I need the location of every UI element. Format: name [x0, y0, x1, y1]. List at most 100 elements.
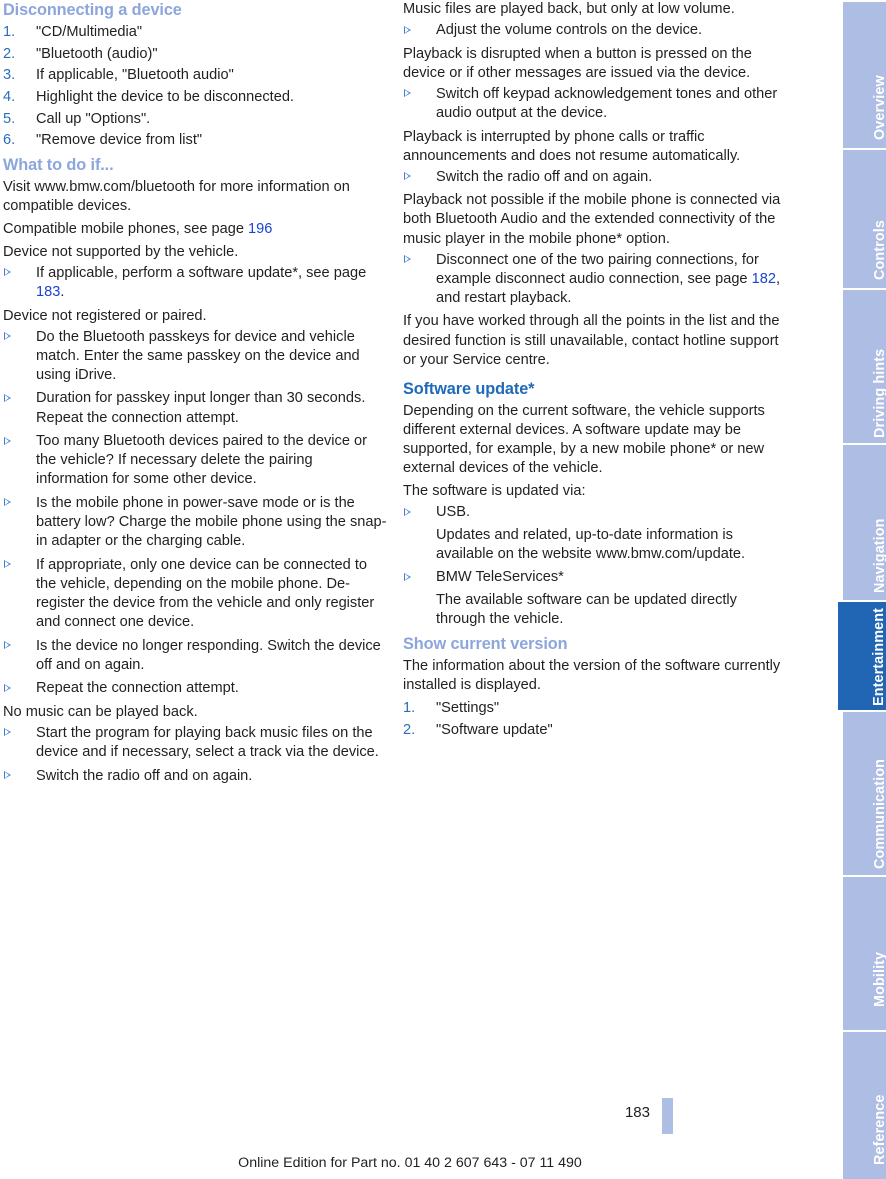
bullet-text: Adjust the volume controls on the device… — [436, 22, 703, 39]
tab-label: Overview — [872, 75, 886, 140]
heading-what-to-do-if: What to do if... — [3, 155, 114, 174]
bullets-device-not-registered: Do the Bluetooth passkeys for device and… — [3, 328, 388, 699]
list-item: Switch the radio off and on again. — [403, 168, 788, 187]
tab-label: Mobility — [872, 951, 886, 1007]
page-reference-link[interactable]: 196 — [248, 221, 272, 237]
bullet-text: Start the program for playing back music… — [36, 724, 379, 761]
paragraph-show-version-info: The information about the version of the… — [403, 657, 781, 693]
list-item: If appropriate, only one device can be c… — [3, 556, 388, 632]
triangle-bullet-icon — [4, 436, 11, 445]
list-item: "Bluetooth (audio)" — [3, 45, 388, 64]
bullets-playback-interrupted: Switch the radio off and on again. — [403, 168, 788, 187]
list-item: Switch off keypad acknowledgement tones … — [403, 85, 788, 123]
edition-footer-line: Online Edition for Part no. 01 40 2 607 … — [238, 1155, 582, 1171]
list-item: Do the Bluetooth passkeys for device and… — [3, 328, 388, 385]
paragraph-hotline-support: If you have worked through all the point… — [403, 313, 780, 368]
tab-mobility[interactable]: Mobility — [843, 875, 886, 1030]
list-item: "Software update" — [403, 721, 788, 740]
version-steps-list: "Settings" "Software update" — [403, 699, 788, 740]
bullet-subtext: The available software can be updated di… — [436, 592, 737, 628]
condition-playback-disrupted: Playback is disrupted when a button is p… — [403, 45, 752, 81]
bullet-text: Is the device no longer responding. Swit… — [36, 637, 381, 673]
list-item: Switch the radio off and on again. — [3, 767, 388, 786]
manual-page: Disconnecting a device "CD/Multimedia" "… — [0, 0, 886, 1179]
triangle-bullet-icon — [4, 498, 11, 507]
step-text: "Software update" — [436, 721, 553, 738]
tab-label: Controls — [872, 220, 886, 280]
triangle-bullet-icon — [4, 393, 11, 402]
tab-driving-hints[interactable]: Driving hints — [843, 288, 886, 443]
triangle-bullet-icon — [4, 683, 11, 692]
list-item: Duration for passkey input longer than 3… — [3, 389, 388, 427]
list-item: Is the mobile phone in power-save mode o… — [3, 494, 388, 551]
step-text: "CD/Multimedia" — [36, 24, 143, 40]
disconnect-steps-list: "CD/Multimedia" "Bluetooth (audio)" If a… — [3, 23, 388, 151]
bullet-text: Disconnect one of the two pairing connec… — [436, 251, 759, 287]
triangle-bullet-icon — [404, 172, 411, 181]
bullet-text: Repeat the connection attempt. — [36, 680, 239, 697]
section-tab-rail: Overview Controls Driving hints Navigati… — [838, 0, 886, 1179]
step-text: "Remove device from list" — [36, 132, 203, 149]
bullet-text: Too many Bluetooth devices paired to the… — [36, 433, 367, 488]
list-item: BMW TeleServices* The available software… — [403, 568, 788, 629]
heading-show-current-version: Show current version — [403, 634, 568, 653]
bullets-low-volume: Adjust the volume controls on the device… — [403, 21, 788, 40]
list-item: Repeat the connection attempt. — [3, 679, 388, 698]
bullet-text: If applicable, perform a software update… — [36, 264, 367, 281]
bullets-device-not-supported: If applicable, perform a software update… — [3, 264, 388, 302]
bullet-text-tail: . — [60, 284, 65, 300]
list-item: Too many Bluetooth devices paired to the… — [3, 432, 388, 489]
list-item: Adjust the volume controls on the device… — [403, 21, 788, 40]
triangle-bullet-icon — [404, 255, 411, 264]
bullets-playback-not-possible: Disconnect one of the two pairing connec… — [403, 251, 788, 308]
triangle-bullet-icon — [404, 25, 411, 34]
condition-low-volume: Music files are played back, but only at… — [403, 1, 735, 17]
tab-reference[interactable]: Reference — [843, 1030, 886, 1179]
step-text: If applicable, "Bluetooth audio" — [36, 67, 234, 84]
tab-navigation[interactable]: Navigation — [843, 443, 886, 600]
list-item: Start the program for playing back music… — [3, 724, 388, 762]
list-item: Is the device no longer responding. Swit… — [3, 637, 388, 675]
triangle-bullet-icon — [4, 560, 11, 569]
bullet-text: Switch the radio off and on again. — [436, 168, 653, 185]
page-reference-link[interactable]: 182 — [752, 271, 776, 287]
bullet-text: Is the mobile phone in power-save mode o… — [36, 494, 387, 550]
page-reference-link[interactable]: 183 — [36, 284, 60, 300]
tab-entertainment[interactable]: Entertainment — [838, 600, 886, 710]
triangle-bullet-icon — [4, 332, 11, 341]
condition-device-not-registered: Device not registered or paired. — [3, 307, 207, 324]
triangle-bullet-icon — [404, 89, 411, 98]
triangle-bullet-icon — [404, 572, 411, 581]
bullet-subtext: Updates and related, up-to-date informat… — [436, 526, 746, 562]
list-item: "CD/Multimedia" — [3, 23, 388, 42]
content-columns: Disconnecting a device "CD/Multimedia" "… — [0, 0, 820, 1110]
heading-disconnecting-a-device: Disconnecting a device — [3, 1, 182, 19]
triangle-bullet-icon — [4, 771, 11, 780]
bullets-no-music: Start the program for playing back music… — [3, 724, 388, 786]
left-column: Disconnecting a device "CD/Multimedia" "… — [3, 0, 388, 790]
list-item: Disconnect one of the two pairing connec… — [403, 251, 788, 308]
condition-playback-not-possible: Playback not possible if the mobile phon… — [403, 192, 781, 247]
triangle-bullet-icon — [4, 728, 11, 737]
tab-label: Navigation — [872, 518, 886, 593]
list-item: If applicable, perform a software update… — [3, 264, 388, 302]
heading-software-update: Software update* — [403, 379, 535, 398]
tab-label: Driving hints — [872, 348, 886, 438]
condition-playback-interrupted: Playback is interrupted by phone calls o… — [403, 128, 741, 164]
triangle-bullet-icon — [4, 641, 11, 650]
bullets-playback-disrupted: Switch off keypad acknowledgement tones … — [403, 85, 788, 123]
list-item: USB. Updates and related, up-to-date inf… — [403, 503, 788, 564]
step-text: Call up "Options". — [36, 110, 151, 127]
page-number: 183 — [624, 1104, 650, 1121]
bullet-text: Switch off keypad acknowledgement tones … — [436, 85, 778, 121]
tab-label: Communication — [872, 758, 886, 869]
bullet-text: BMW TeleServices* — [436, 569, 564, 586]
paragraph-depending-on-software: Depending on the current software, the v… — [403, 402, 765, 476]
step-text: "Bluetooth (audio)" — [36, 45, 158, 62]
bullet-text: USB. — [436, 504, 471, 521]
paragraph-updated-via: The software is updated via: — [403, 483, 586, 500]
tab-controls[interactable]: Controls — [843, 148, 886, 288]
tab-communication[interactable]: Communication — [843, 710, 886, 875]
list-item: "Remove device from list" — [3, 131, 388, 150]
tab-overview[interactable]: Overview — [843, 0, 886, 148]
